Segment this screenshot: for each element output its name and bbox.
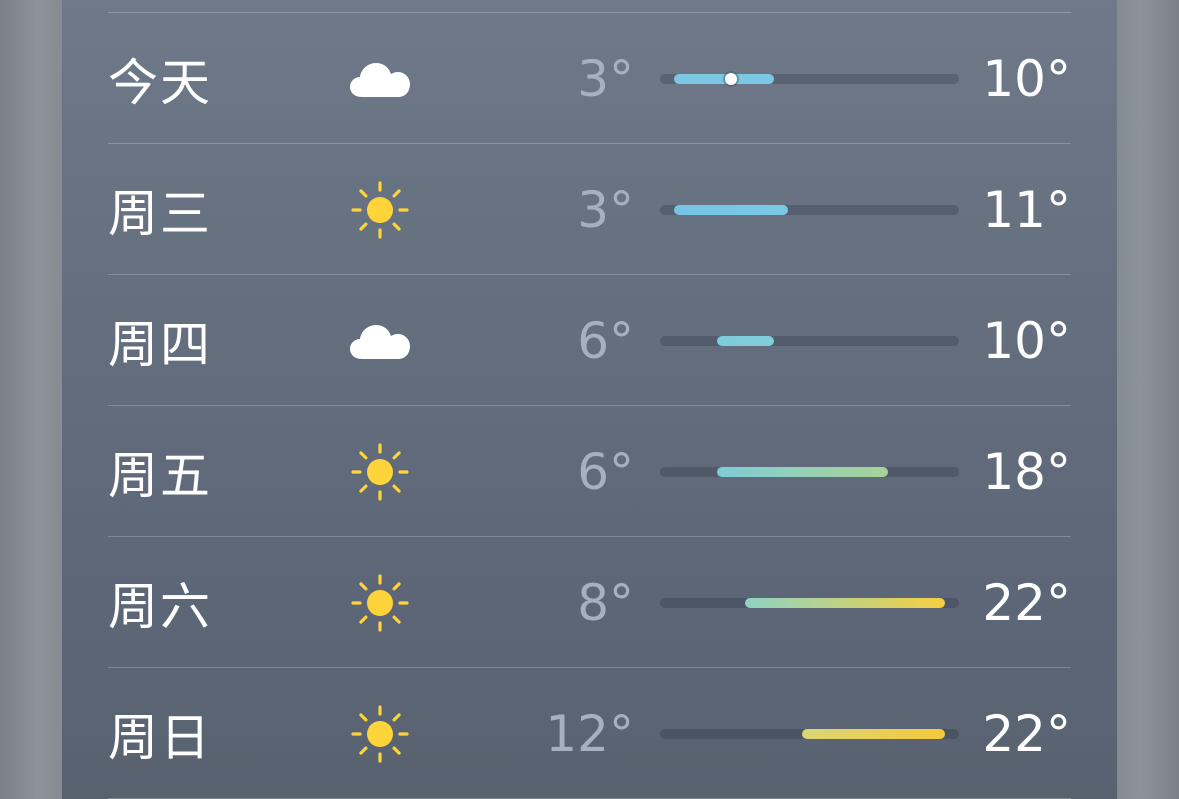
background-left: [0, 0, 62, 799]
low-temp: 6°: [577, 442, 634, 501]
daily-forecast-panel: 今天 3° 10° 周三 3° 11° 周四 6° 10° 周五 6° 18° …: [62, 0, 1117, 799]
temp-range-fill: [802, 728, 945, 739]
cloud-icon: [348, 309, 412, 373]
day-label: 周日: [108, 708, 212, 767]
temp-range-bar: [660, 597, 959, 608]
forecast-row-sun[interactable]: 周日 12° 22°: [108, 668, 1071, 799]
sun-icon: [348, 571, 412, 635]
low-temp: 3°: [577, 49, 634, 108]
temp-range-fill: [674, 204, 789, 215]
high-temp: 18°: [982, 442, 1071, 501]
forecast-row-wed[interactable]: 周三 3° 11°: [108, 144, 1071, 275]
temp-range-fill: [745, 597, 945, 608]
temp-range-bar: [660, 72, 959, 85]
temp-range-bar: [660, 335, 959, 346]
day-label: 周六: [108, 577, 212, 636]
forecast-row-today[interactable]: 今天 3° 10°: [108, 13, 1071, 144]
current-temp-dot: [725, 72, 738, 85]
high-temp: 11°: [982, 180, 1071, 239]
temp-range-bar: [660, 204, 959, 215]
sun-icon: [348, 440, 412, 504]
background-right: [1117, 0, 1179, 799]
sun-icon: [348, 178, 412, 242]
high-temp: 22°: [982, 704, 1071, 763]
low-temp: 8°: [577, 573, 634, 632]
day-label: 今天: [108, 53, 212, 112]
day-label: 周四: [108, 315, 212, 374]
low-temp: 6°: [577, 311, 634, 370]
temp-range-fill: [717, 466, 888, 477]
high-temp: 22°: [982, 573, 1071, 632]
forecast-row-fri[interactable]: 周五 6° 18°: [108, 406, 1071, 537]
day-label: 周五: [108, 446, 212, 505]
day-label: 周三: [108, 184, 212, 243]
forecast-row-thu[interactable]: 周四 6° 10°: [108, 275, 1071, 406]
high-temp: 10°: [982, 49, 1071, 108]
temp-range-fill: [674, 73, 774, 84]
temp-range-bar: [660, 466, 959, 477]
high-temp: 10°: [982, 311, 1071, 370]
sun-icon: [348, 702, 412, 766]
low-temp: 3°: [577, 180, 634, 239]
forecast-row-sat[interactable]: 周六 8° 22°: [108, 537, 1071, 668]
temp-range-fill: [717, 335, 774, 346]
cloud-icon: [348, 47, 412, 111]
low-temp: 12°: [545, 704, 634, 763]
temp-range-bar: [660, 728, 959, 739]
